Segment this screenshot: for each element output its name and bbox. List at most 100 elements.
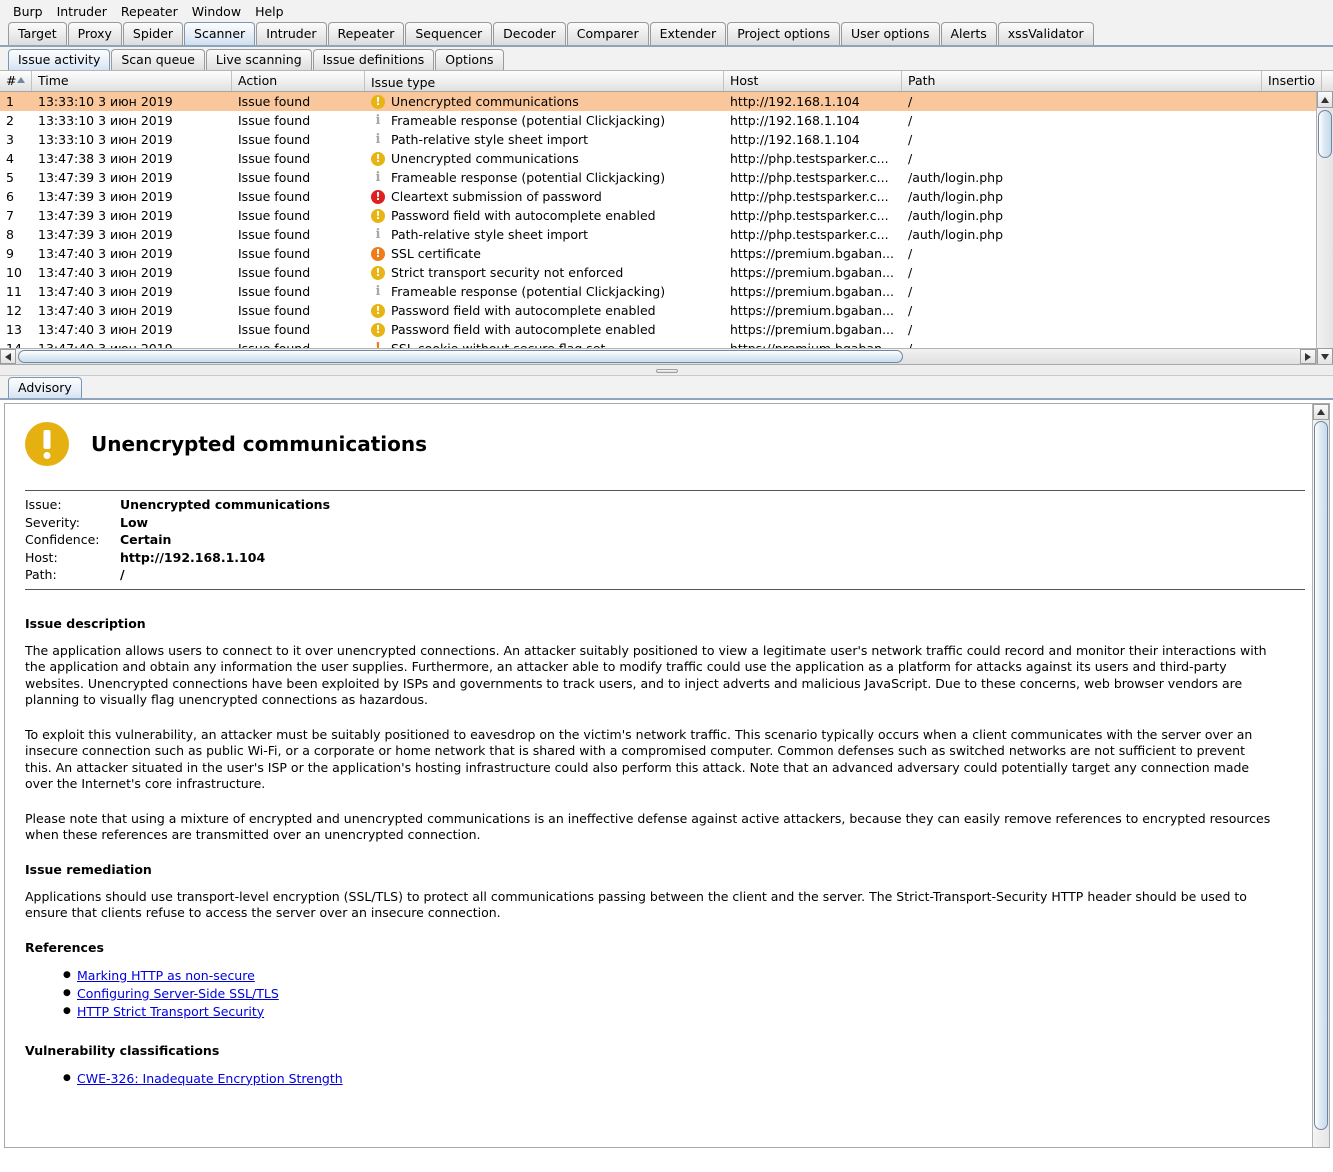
splitter-grip[interactable] — [655, 369, 678, 373]
column-header-issuetype[interactable]: Issue type — [365, 71, 724, 91]
cell-issue-type: ! Password field with autocomplete enable… — [365, 320, 724, 339]
table-row[interactable]: 2 13:33:10 3 июн 2019 Issue found i Frameabl… — [0, 111, 1333, 130]
cell-action: Issue found — [238, 132, 311, 147]
menu-bar: Burp Intruder Repeater Window Help — [0, 0, 1333, 22]
advisory-tab-strip: Advisory — [0, 376, 1333, 400]
table-row[interactable]: 5 13:47:39 3 июн 2019 Issue found i Frameabl… — [0, 168, 1333, 187]
column-header-host[interactable]: Host — [724, 71, 902, 91]
table-row[interactable]: 9 13:47:40 3 июн 2019 Issue found! SSL cert… — [0, 244, 1333, 263]
table-row[interactable]: 3 13:33:10 3 июн 2019 Issue found i Path-rel… — [0, 130, 1333, 149]
tab-extender[interactable]: Extender — [649, 22, 727, 45]
scroll-left-button[interactable] — [0, 349, 16, 364]
table-row[interactable]: 10 13:47:40 3 июн 2019 Issue found! Strict … — [0, 263, 1333, 282]
cell-host: https://premium.bgaban... — [730, 265, 894, 280]
tab-scanner[interactable]: Scanner — [184, 22, 256, 45]
advisory-vertical-scrollbar[interactable] — [1312, 404, 1329, 1147]
cell-action: Issue found — [238, 189, 311, 204]
arrow-up-icon — [1317, 409, 1325, 415]
table-row[interactable]: 6 13:47:39 3 июн 2019 Issue found! Cleartex… — [0, 187, 1333, 206]
advisory-scroll-thumb[interactable] — [1314, 421, 1328, 1130]
menu-item-repeater[interactable]: Repeater — [114, 2, 185, 21]
cell-time: 13:47:40 3 июн 2019 — [38, 246, 173, 261]
menu-item-burp[interactable]: Burp — [6, 2, 50, 21]
column-header-insertio[interactable]: Insertio — [1262, 71, 1322, 91]
advisory-tab-advisory[interactable]: Advisory — [8, 377, 82, 398]
cell-time: 13:47:40 3 июн 2019 — [38, 265, 173, 280]
table-row[interactable]: 1 13:33:10 3 июн 2019 Issue found! Unencryp… — [0, 92, 1333, 111]
metadata-row: Confidence: Certain — [25, 531, 1305, 549]
severity-low-icon: ! — [371, 208, 385, 223]
tab-project-options[interactable]: Project options — [727, 22, 840, 45]
menu-item-intruder[interactable]: Intruder — [50, 2, 114, 21]
tab-spider[interactable]: Spider — [122, 22, 184, 45]
menu-item-help[interactable]: Help — [248, 2, 291, 21]
tab-proxy[interactable]: Proxy — [67, 22, 122, 45]
list-item: Configuring Server-Side SSL/TLS — [63, 985, 1273, 1003]
table-row[interactable]: 4 13:47:38 3 июн 2019 Issue found! Unencryp… — [0, 149, 1333, 168]
column-header-label: Path — [908, 73, 936, 88]
table-row[interactable]: 13 13:47:40 3 июн 2019 Issue found! Passwor… — [0, 320, 1333, 339]
scroll-right-button[interactable] — [1300, 349, 1316, 364]
cell-number: 5 — [6, 170, 14, 185]
cell-action: Issue found — [238, 94, 311, 109]
issue-type-label: Strict transport security not enforced — [391, 265, 624, 280]
tab-alerts[interactable]: Alerts — [940, 22, 997, 45]
table-horizontal-scrollbar[interactable] — [0, 348, 1316, 364]
cell-path: / — [908, 151, 913, 166]
table-row[interactable]: 12 13:47:40 3 июн 2019 Issue found! Passwor… — [0, 301, 1333, 320]
list-item: Marking HTTP as non-secure — [63, 967, 1273, 985]
column-header-[interactable]: # — [0, 71, 32, 91]
table-row[interactable]: 8 13:47:39 3 июн 2019 Issue found i Path-rel… — [0, 225, 1333, 244]
issue-description-heading: Issue description — [25, 615, 146, 631]
cell-issue-type: ! Unencrypted communications — [365, 149, 724, 168]
tab-decoder[interactable]: Decoder — [493, 22, 566, 45]
cell-path: /auth/login.php — [908, 170, 1004, 185]
arrow-right-icon — [1305, 352, 1311, 361]
severity-info-icon: i — [375, 131, 381, 147]
cell-issue-type: i Frameable response (potential Clickjack… — [365, 282, 724, 301]
horizontal-scroll-thumb[interactable] — [18, 350, 903, 363]
tab-comparer[interactable]: Comparer — [566, 22, 649, 45]
cell-action: Issue found — [238, 284, 311, 299]
arrow-left-icon — [5, 352, 11, 361]
cell-action: Issue found — [238, 151, 311, 166]
cell-time: 13:33:10 3 июн 2019 — [38, 113, 173, 128]
reference-link[interactable]: HTTP Strict Transport Security — [77, 1004, 264, 1019]
menu-item-window[interactable]: Window — [185, 2, 248, 21]
table-row[interactable]: 7 13:47:39 3 июн 2019 Issue found! Password… — [0, 206, 1333, 225]
subtab-options[interactable]: Options — [435, 49, 504, 70]
subtab-scan-queue[interactable]: Scan queue — [111, 49, 205, 70]
tab-sequencer[interactable]: Sequencer — [405, 22, 493, 45]
subtab-issue-activity[interactable]: Issue activity — [8, 49, 111, 70]
subtab-live-scanning[interactable]: Live scanning — [205, 49, 312, 70]
column-header-action[interactable]: Action — [232, 71, 365, 91]
cell-path: / — [908, 265, 913, 280]
scroll-up-button[interactable] — [1317, 92, 1333, 108]
column-header-time[interactable]: Time — [32, 71, 232, 91]
scanner-sub-tab-strip: Issue activity Scan queue Live scanning Iss… — [0, 47, 1333, 71]
vertical-scroll-thumb[interactable] — [1318, 110, 1332, 158]
severity-info-icon: i — [375, 169, 381, 185]
table-vertical-scrollbar[interactable] — [1316, 92, 1333, 364]
panel-splitter[interactable] — [0, 365, 1333, 376]
severity-high-icon: ! — [371, 189, 385, 204]
subtab-issue-definitions[interactable]: Issue definitions — [312, 49, 435, 70]
reference-link[interactable]: Configuring Server-Side SSL/TLS — [77, 986, 279, 1001]
cell-time: 13:47:40 3 июн 2019 — [38, 284, 173, 299]
table-row[interactable]: 11 13:47:40 3 июн 2019 Issue found i Frameab… — [0, 282, 1333, 301]
advisory-scroll-up-button[interactable] — [1313, 404, 1329, 420]
tab-intruder[interactable]: Intruder — [256, 22, 327, 45]
tab-repeater[interactable]: Repeater — [327, 22, 405, 45]
classification-link[interactable]: CWE-326: Inadequate Encryption Strength — [77, 1071, 343, 1086]
scroll-down-button[interactable] — [1317, 348, 1333, 364]
cell-host: https://premium.bgaban... — [730, 322, 894, 337]
reference-link[interactable]: Marking HTTP as non-secure — [77, 968, 255, 983]
tab-user-options[interactable]: User options — [840, 22, 940, 45]
tab-target[interactable]: Target — [8, 22, 67, 45]
cell-issue-type: ! Strict transport security not enforced — [365, 263, 724, 282]
column-header-path[interactable]: Path — [902, 71, 1262, 91]
tab-xssvalidator[interactable]: xssValidator — [997, 22, 1094, 45]
issue-description-p3: Please note that using a mixture of encr… — [25, 810, 1271, 843]
column-header-label: Host — [730, 73, 759, 88]
cell-number: 13 — [6, 322, 22, 337]
